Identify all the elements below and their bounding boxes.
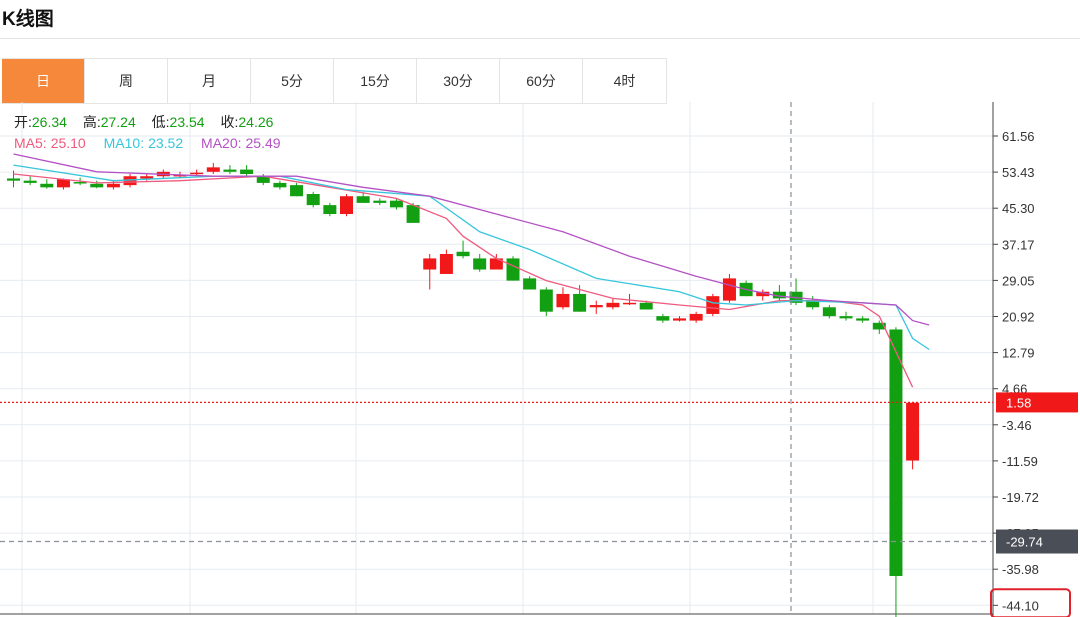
y-tick-label: -3.46 bbox=[1002, 418, 1032, 433]
candle-body bbox=[439, 253, 453, 274]
tab-month[interactable]: 月 bbox=[168, 59, 251, 103]
candle-body bbox=[23, 180, 37, 183]
y-tick-label: 53.43 bbox=[1002, 165, 1035, 180]
candle-body bbox=[40, 183, 54, 188]
tab-30min[interactable]: 30分 bbox=[417, 59, 500, 103]
candle-body bbox=[639, 302, 653, 310]
y-tick-label: -19.72 bbox=[1002, 490, 1039, 505]
candle-body bbox=[623, 302, 637, 305]
tab-4hour[interactable]: 4时 bbox=[583, 59, 667, 103]
last-price-label: 1.58 bbox=[1006, 395, 1031, 410]
tab-week[interactable]: 周 bbox=[85, 59, 168, 103]
candle-body bbox=[406, 205, 420, 223]
period-tabs: 日 周 月 5分 15分 30分 60分 4时 bbox=[2, 58, 667, 104]
candle-body bbox=[839, 316, 853, 319]
candle-body bbox=[589, 305, 603, 308]
y-tick-label: 37.17 bbox=[1002, 237, 1035, 252]
candle-body bbox=[356, 196, 370, 203]
candle-body bbox=[689, 313, 703, 321]
title-divider bbox=[0, 38, 1080, 39]
tab-15min[interactable]: 15分 bbox=[334, 59, 417, 103]
candle-body bbox=[473, 258, 487, 270]
candle-body bbox=[7, 178, 20, 181]
candle-body bbox=[523, 278, 537, 290]
y-tick-label: -35.98 bbox=[1002, 562, 1039, 577]
ma-readout: MA5: 25.10 MA10: 23.52 MA20: 25.49 bbox=[14, 135, 281, 151]
candle-body bbox=[656, 316, 670, 321]
candle-body bbox=[373, 200, 387, 203]
candle-body bbox=[706, 296, 720, 314]
candle-body bbox=[722, 278, 736, 301]
y-tick-label: 45.30 bbox=[1002, 201, 1035, 216]
page-title: K线图 bbox=[2, 9, 54, 30]
candle-body bbox=[140, 176, 154, 179]
candle-body bbox=[306, 194, 320, 206]
candle-body bbox=[273, 182, 287, 188]
candle-body bbox=[190, 172, 204, 175]
candle-body bbox=[673, 318, 686, 321]
ohlc-readout: 开:26.34 高:27.24 低:23.54 收:24.26 bbox=[14, 114, 274, 130]
y-tick-label: 29.05 bbox=[1002, 273, 1035, 288]
candle-body bbox=[456, 251, 470, 257]
candle-body bbox=[90, 183, 104, 188]
candle-body bbox=[822, 307, 836, 317]
candle-body bbox=[856, 318, 870, 321]
candle-body bbox=[906, 402, 920, 461]
candle-body bbox=[323, 205, 337, 214]
candle-body bbox=[340, 196, 353, 214]
candle-body bbox=[56, 179, 70, 188]
chart-overlays: -29.74 1.58 bbox=[0, 102, 1078, 617]
candle-body bbox=[539, 289, 553, 312]
candle-body bbox=[573, 293, 587, 312]
candles bbox=[7, 162, 920, 617]
candle-body bbox=[206, 167, 220, 172]
candle-body bbox=[606, 302, 620, 308]
candle-body bbox=[889, 329, 903, 576]
candle-body bbox=[506, 258, 520, 281]
candle-body bbox=[106, 183, 120, 188]
candle-body bbox=[240, 169, 254, 175]
y-tick-label: -44.10 bbox=[1002, 598, 1039, 613]
y-tick-label: 61.56 bbox=[1002, 129, 1035, 144]
candle-body bbox=[290, 185, 304, 197]
candle-body bbox=[423, 258, 437, 270]
candle-body bbox=[556, 293, 570, 308]
y-tick-label: 20.92 bbox=[1002, 310, 1035, 325]
candlestick-chart[interactable]: 61.5653.4345.3037.1729.0520.9212.794.66-… bbox=[0, 102, 1080, 617]
y-tick-label: 12.79 bbox=[1002, 346, 1035, 361]
tab-5min[interactable]: 5分 bbox=[251, 59, 334, 103]
y-tick-label: -11.59 bbox=[1002, 454, 1038, 469]
candle-body bbox=[223, 169, 237, 172]
candle-body bbox=[389, 200, 403, 208]
tab-60min[interactable]: 60分 bbox=[500, 59, 583, 103]
tab-day[interactable]: 日 bbox=[2, 59, 85, 103]
crosshair-value-label: -29.74 bbox=[1006, 535, 1043, 550]
ma-line-ma10 bbox=[13, 164, 930, 351]
